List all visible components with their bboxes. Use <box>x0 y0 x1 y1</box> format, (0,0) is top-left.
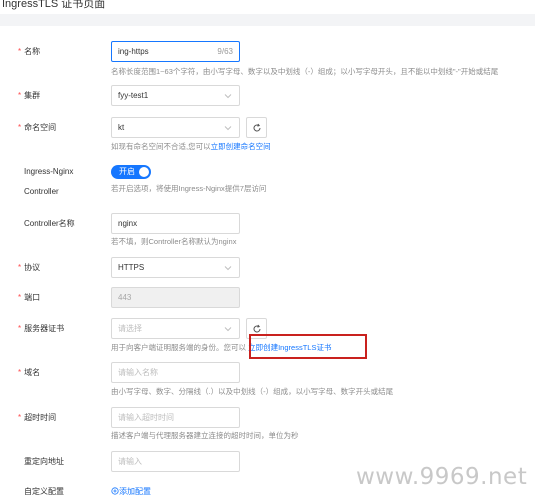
name-char-count: 9/63 <box>217 47 233 56</box>
page-title: IngressTLS 证书页面 <box>2 0 106 10</box>
add-config-button[interactable]: 添加配置 <box>111 486 151 497</box>
controller-name-input[interactable]: nginx <box>111 213 240 234</box>
namespace-select[interactable]: kt <box>111 117 240 138</box>
domain-input[interactable]: 请输入名称 <box>111 362 240 383</box>
redirect-input[interactable]: 请输入 <box>111 451 240 472</box>
namespace-refresh-button[interactable] <box>246 117 267 138</box>
redirect-label: 重定向地址 <box>24 457 64 466</box>
ingress-nginx-help: 若开启选项，将使用Ingress-Nginx提供7层访问 <box>111 184 267 193</box>
ingress-nginx-toggle[interactable]: 开启 <box>111 165 151 179</box>
port-value: 443 <box>118 293 132 302</box>
plus-circle-icon <box>111 487 119 495</box>
ingress-nginx-label-line2: Controller <box>24 187 59 196</box>
domain-help: 由小写字母、数字、分隔线（.）以及中划线（-）组成，以小写字母、数字开头或结尾 <box>111 387 394 396</box>
header-bar <box>0 14 535 26</box>
certificate-label: * 服务器证书 <box>18 324 65 333</box>
namespace-value: kt <box>118 123 125 132</box>
certificate-select[interactable]: 请选择 <box>111 318 240 339</box>
highlight-box <box>249 334 367 359</box>
certificate-placeholder: 请选择 <box>118 324 142 333</box>
toggle-text: 开启 <box>119 167 135 176</box>
custom-config-label: 自定义配置 <box>24 487 64 496</box>
chevron-down-icon <box>224 125 232 130</box>
protocol-select[interactable]: HTTPS <box>111 257 240 278</box>
refresh-icon <box>253 123 260 131</box>
cluster-value: fyy-test1 <box>118 91 149 100</box>
chevron-down-icon <box>224 93 232 98</box>
create-namespace-link[interactable]: 立即创建命名空间 <box>211 142 271 151</box>
name-help: 名称长度范围1~63个字符，由小写字母、数字以及中划线（-）组成；以小写字母开头… <box>111 67 499 76</box>
port-label: * 端口 <box>18 293 41 302</box>
ingress-nginx-label: Ingress-Nginx <box>24 167 74 176</box>
name-input[interactable]: ing-https 9/63 <box>111 41 240 62</box>
name-label: * 名称 <box>18 47 41 56</box>
chevron-down-icon <box>224 265 232 270</box>
watermark: www.9969.net <box>356 464 528 490</box>
protocol-label: * 协议 <box>18 263 41 272</box>
cluster-select[interactable]: fyy-test1 <box>111 85 240 106</box>
toggle-knob <box>139 167 149 177</box>
domain-placeholder: 请输入名称 <box>118 368 158 377</box>
refresh-icon <box>253 324 260 332</box>
name-value: ing-https <box>118 47 149 56</box>
timeout-placeholder: 请输入超时时间 <box>118 413 174 422</box>
controller-name-help: 若不填，则Controller名称默认为nginx <box>111 237 237 246</box>
timeout-input[interactable]: 请输入超时时间 <box>111 407 240 428</box>
cluster-label: * 集群 <box>18 91 41 100</box>
controller-name-value: nginx <box>118 219 138 228</box>
protocol-value: HTTPS <box>118 263 145 272</box>
redirect-placeholder: 请输入 <box>118 457 142 466</box>
controller-name-label: Controller名称 <box>24 219 75 228</box>
namespace-label: * 命名空间 <box>18 123 57 132</box>
namespace-help: 如现有命名空间不合适,您可以立即创建命名空间 <box>111 142 271 151</box>
domain-label: * 域名 <box>18 368 41 377</box>
timeout-help: 描述客户端与代理服务器建立连接的超时时间，单位为秒 <box>111 431 299 440</box>
chevron-down-icon <box>224 326 232 331</box>
port-input: 443 <box>111 287 240 308</box>
timeout-label: * 超时时间 <box>18 413 57 422</box>
